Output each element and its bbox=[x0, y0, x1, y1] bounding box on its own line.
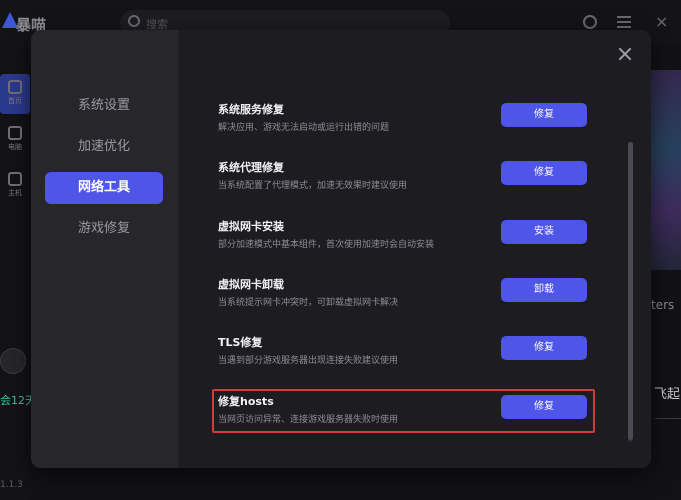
tool-title: 系统代理修复 bbox=[218, 161, 284, 174]
repair-proxy-button[interactable]: 修复 bbox=[501, 161, 587, 185]
divider bbox=[655, 418, 681, 419]
tool-description: 当系统配置了代理模式，加速无效果时建议使用 bbox=[218, 181, 408, 191]
gamepad-icon bbox=[8, 172, 22, 186]
promo-text: 飞起 bbox=[654, 387, 681, 402]
tool-description: 部分加速模式中基本组件，首次使用加速时会自动安装 bbox=[218, 240, 435, 250]
scrollbar-thumb[interactable] bbox=[628, 142, 633, 440]
sidebar-item-label: 主机 bbox=[8, 189, 22, 197]
game-banner-image[interactable] bbox=[651, 70, 681, 270]
highlight-annotation bbox=[212, 389, 595, 433]
monitor-icon bbox=[8, 126, 22, 140]
close-icon[interactable] bbox=[617, 46, 633, 62]
nav-item-network-tools[interactable]: 网络工具 bbox=[45, 172, 163, 204]
nav-item-game-repair[interactable]: 游戏修复 bbox=[45, 213, 163, 245]
tool-title: 虚拟网卡安装 bbox=[218, 220, 284, 233]
tool-row-proxy-repair: 系统代理修复 当系统配置了代理模式，加速无效果时建议使用 修复 bbox=[218, 159, 588, 203]
nav-item-acceleration[interactable]: 加速优化 bbox=[45, 131, 163, 163]
avatar[interactable] bbox=[0, 348, 26, 374]
game-card-title: ters bbox=[651, 298, 675, 312]
tool-description: 解决应用、游戏无法启动或运行出错的问题 bbox=[218, 123, 390, 133]
tool-description: 当系统提示网卡冲突时，可卸载虚拟网卡解决 bbox=[218, 298, 399, 308]
tool-row-tls-repair: TLS修复 当遇到部分游戏服务器出现连接失败建议使用 修复 bbox=[218, 334, 588, 378]
version-label: 1.1.3 bbox=[0, 480, 23, 490]
tool-row-adapter-install: 虚拟网卡安装 部分加速模式中基本组件，首次使用加速时会自动安装 安装 bbox=[218, 218, 588, 262]
install-adapter-button[interactable]: 安装 bbox=[501, 220, 587, 244]
tool-title: 虚拟网卡卸载 bbox=[218, 278, 284, 291]
repair-tls-button[interactable]: 修复 bbox=[501, 336, 587, 360]
search-icon bbox=[128, 15, 140, 27]
sidebar-item-label: 首页 bbox=[8, 97, 22, 105]
uninstall-adapter-button[interactable]: 卸载 bbox=[501, 278, 587, 302]
menu-icon[interactable] bbox=[617, 16, 631, 28]
app-sidebar bbox=[0, 46, 30, 500]
tool-row-service-repair: 系统服务修复 解决应用、游戏无法启动或运行出错的问题 修复 bbox=[218, 101, 588, 145]
tool-title: TLS修复 bbox=[218, 336, 263, 349]
tool-title: 系统服务修复 bbox=[218, 103, 284, 116]
nav-item-system-settings[interactable]: 系统设置 bbox=[45, 90, 163, 122]
tool-description: 当遇到部分游戏服务器出现连接失败建议使用 bbox=[218, 356, 399, 366]
window-close-icon[interactable]: × bbox=[655, 12, 668, 31]
home-icon bbox=[8, 80, 22, 94]
globe-icon[interactable] bbox=[583, 15, 597, 29]
repair-service-button[interactable]: 修复 bbox=[501, 103, 587, 127]
sidebar-item-home[interactable]: 首页 bbox=[0, 74, 30, 114]
sidebar-item-label: 电脑 bbox=[8, 143, 22, 151]
sidebar-item-console[interactable]: 主机 bbox=[0, 166, 30, 206]
settings-nav: 系统设置 加速优化 网络工具 游戏修复 bbox=[31, 30, 179, 468]
sidebar-item-pc[interactable]: 电脑 bbox=[0, 120, 30, 160]
tool-row-adapter-uninstall: 虚拟网卡卸载 当系统提示网卡冲突时，可卸载虚拟网卡解决 卸载 bbox=[218, 276, 588, 320]
